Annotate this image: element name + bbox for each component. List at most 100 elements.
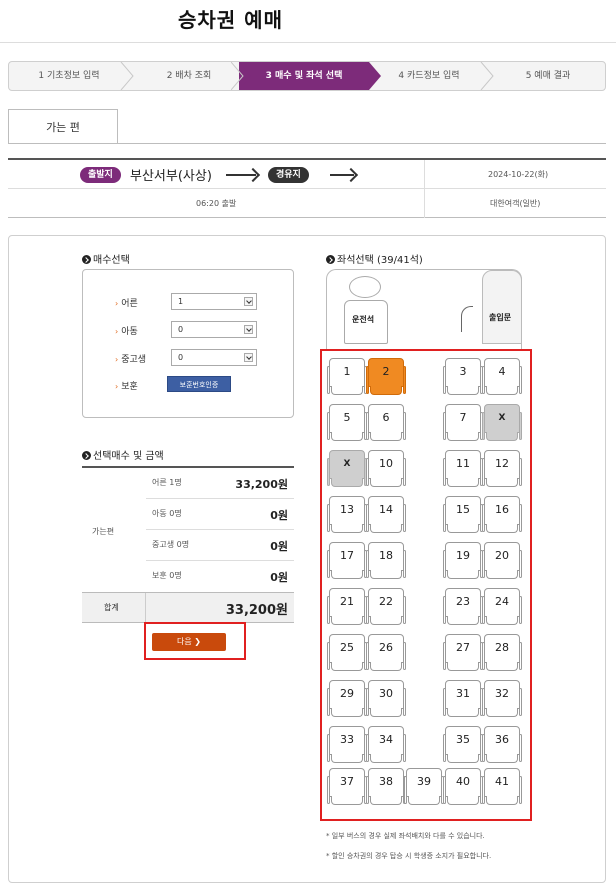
seat-number: 41: [495, 775, 509, 788]
title-divider: [0, 42, 616, 43]
seat-number: 26: [379, 641, 393, 654]
seat-number: 1: [343, 365, 351, 378]
seat-number: 22: [379, 595, 393, 608]
fare-total-label: 합계: [104, 603, 119, 612]
bus-door: [482, 270, 522, 344]
seat-6[interactable]: 6: [366, 404, 406, 442]
seat-27[interactable]: 27: [443, 634, 483, 672]
departure-name: 부산서부(사상): [130, 169, 212, 184]
seat-39[interactable]: 39: [404, 768, 444, 806]
seat-number: 19: [456, 549, 470, 562]
departure-badge: 출발지: [80, 167, 121, 183]
seat-31[interactable]: 31: [443, 680, 483, 718]
next-button[interactable]: 다음 ❯: [152, 633, 226, 651]
seat-number: 31: [456, 687, 470, 700]
fare-summary-title: 선택매수 및 금액: [82, 447, 164, 462]
seat-30[interactable]: 30: [366, 680, 406, 718]
seat-29[interactable]: 29: [327, 680, 367, 718]
seat-number: 12: [495, 457, 509, 470]
tab-outbound[interactable]: 가는 편: [8, 109, 118, 144]
seat-38[interactable]: 38: [366, 768, 406, 806]
seat-11[interactable]: 11: [443, 450, 483, 488]
seat-number: 32: [495, 687, 509, 700]
seat-15[interactable]: 15: [443, 496, 483, 534]
departure-time: 06:20 출발: [196, 199, 237, 208]
seat-number: 21: [340, 595, 354, 608]
next-button-highlight: 다음 ❯: [144, 622, 246, 660]
seat-34[interactable]: 34: [366, 726, 406, 764]
adult-label: › 어른: [115, 299, 138, 309]
seat-number: 4: [498, 365, 506, 378]
seat-number: 17: [340, 549, 354, 562]
veteran-verify-button[interactable]: 보훈번호인증: [167, 376, 231, 392]
seat-number: 11: [456, 457, 470, 470]
seat-12[interactable]: 12: [482, 450, 522, 488]
seat-21[interactable]: 21: [327, 588, 367, 626]
passenger-count-title: 매수선택: [82, 251, 130, 266]
seat-41[interactable]: 41: [482, 768, 522, 806]
seat-33[interactable]: 33: [327, 726, 367, 764]
seat-25[interactable]: 25: [327, 634, 367, 672]
seat-number: 33: [340, 733, 354, 746]
seat-number: 18: [379, 549, 393, 562]
child-count-select[interactable]: 0: [171, 321, 257, 338]
seat-number: 30: [379, 687, 393, 700]
seat-14[interactable]: 14: [366, 496, 406, 534]
seat-3[interactable]: 3: [443, 358, 483, 396]
route-row-divider: [8, 188, 606, 189]
step-chevron-icon: [361, 62, 381, 90]
seat-8: X: [482, 404, 522, 442]
seat-number: X: [498, 413, 506, 423]
travel-date: 2024-10-22(화): [488, 170, 549, 179]
adult-count-select[interactable]: 1: [171, 293, 257, 310]
seat-28[interactable]: 28: [482, 634, 522, 672]
step-progress: 1 기초정보 입력 2 배차 조회 3 매수 및 좌석 선택 4 카드정보 입력…: [8, 61, 606, 91]
seat-number: 25: [340, 641, 354, 654]
seat-19[interactable]: 19: [443, 542, 483, 580]
seat-24[interactable]: 24: [482, 588, 522, 626]
seat-32[interactable]: 32: [482, 680, 522, 718]
seat-22[interactable]: 22: [366, 588, 406, 626]
seat-40[interactable]: 40: [443, 768, 483, 806]
step-chevron-icon: [480, 62, 494, 90]
step-4: 4 카드정보 입력: [398, 71, 460, 81]
seat-10[interactable]: 10: [366, 450, 406, 488]
seat-23[interactable]: 23: [443, 588, 483, 626]
seat-number: 7: [459, 411, 467, 424]
seat-number: 16: [495, 503, 509, 516]
seat-2[interactable]: 2: [366, 358, 406, 396]
seat-number: 13: [340, 503, 354, 516]
seat-18[interactable]: 18: [366, 542, 406, 580]
fare-row-veteran: 보훈 0명 0원: [152, 571, 288, 584]
notice-list: * 일부 버스의 경우 실제 좌석배치와 다를 수 있습니다. * 할인 승차권…: [326, 826, 491, 866]
seat-37[interactable]: 37: [327, 768, 367, 806]
fare-summary-table: 가는편 어른 1명 33,200원 아동 0명 0원 중고생 0명 0원 보훈 0명 0…: [82, 466, 294, 623]
page-title: 승차권 예매: [178, 8, 283, 32]
seat-4[interactable]: 4: [482, 358, 522, 396]
seat-20[interactable]: 20: [482, 542, 522, 580]
seat-number: 36: [495, 733, 509, 746]
seat-9: X: [327, 450, 367, 488]
seat-number: 38: [379, 775, 393, 788]
seat-number: 37: [340, 775, 354, 788]
seat-16[interactable]: 16: [482, 496, 522, 534]
student-count-select[interactable]: 0: [171, 349, 257, 366]
seat-26[interactable]: 26: [366, 634, 406, 672]
via-badge: 경유지: [268, 167, 309, 183]
chevron-down-icon: [244, 353, 253, 362]
fare-row-child: 아동 0명 0원: [146, 499, 294, 530]
seat-35[interactable]: 35: [443, 726, 483, 764]
bullet-arrow-icon: [82, 451, 91, 460]
bullet-arrow-icon: [82, 255, 91, 264]
student-label: › 중고생: [115, 355, 147, 365]
seat-1[interactable]: 1: [327, 358, 367, 396]
step-chevron-icon: [120, 62, 134, 90]
fare-row-adult: 어른 1명 33,200원: [146, 468, 294, 499]
seat-13[interactable]: 13: [327, 496, 367, 534]
seat-number: 2: [382, 365, 390, 378]
fare-total-value: 33,200원: [225, 603, 288, 618]
seat-17[interactable]: 17: [327, 542, 367, 580]
seat-36[interactable]: 36: [482, 726, 522, 764]
seat-7[interactable]: 7: [443, 404, 483, 442]
seat-5[interactable]: 5: [327, 404, 367, 442]
